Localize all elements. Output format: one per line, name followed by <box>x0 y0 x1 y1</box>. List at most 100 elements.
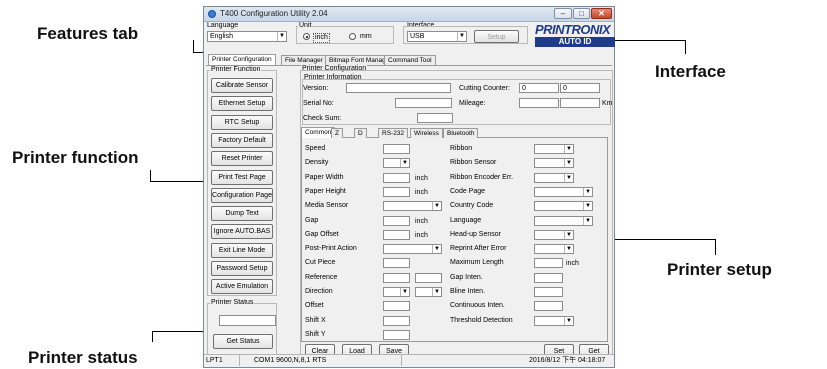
param-label: Ribbon Encoder Err. <box>450 173 514 181</box>
param-input[interactable] <box>383 186 410 197</box>
cutting-counter-label: Cutting Counter: <box>459 85 510 92</box>
param-select[interactable]: ▼ <box>383 244 442 255</box>
param-select[interactable]: ▼ <box>534 229 574 240</box>
get-status-button[interactable]: Get Status <box>213 334 273 349</box>
param-select[interactable]: ▼ <box>534 201 593 212</box>
leader-line <box>685 40 687 54</box>
param-input[interactable] <box>383 301 410 312</box>
param-select[interactable]: ▼ <box>415 287 442 297</box>
param-input[interactable] <box>383 258 410 269</box>
param-input[interactable] <box>383 272 410 283</box>
printer-function-button-5[interactable]: Print Test Page <box>211 169 273 185</box>
param-input[interactable] <box>534 287 563 297</box>
param-label: Ribbon Sensor <box>450 159 497 167</box>
printer-function-button-9[interactable]: Exit Line Mode <box>211 242 273 258</box>
printer-function-button-11[interactable]: Active Emulation <box>211 279 273 295</box>
tab-rs232[interactable]: RS-232 <box>378 128 409 138</box>
param-label: Media Sensor <box>305 202 349 210</box>
printer-function-button-4[interactable]: Reset Printer <box>211 151 273 167</box>
leader-line <box>193 40 195 52</box>
param-select[interactable]: ▼ <box>383 158 410 169</box>
printer-function-button-8[interactable]: Ignore AUTO.BAS <box>211 224 273 240</box>
chevron-down-icon: ▼ <box>432 245 441 254</box>
param-label: Paper Width <box>305 173 344 181</box>
param-input[interactable] <box>383 172 410 183</box>
param-select[interactable]: ▼ <box>383 287 410 297</box>
param-input[interactable] <box>383 329 410 340</box>
version-field <box>346 83 451 93</box>
mileage-field-a <box>519 98 559 108</box>
unit-inch-radio[interactable] <box>303 33 310 40</box>
param-label: Code Page <box>450 187 486 195</box>
tab-divider <box>206 65 612 66</box>
printer-function-button-10[interactable]: Password Setup <box>211 261 273 276</box>
status-datetime: 2016/8/12 下午 04:18:07 <box>529 357 606 364</box>
printer-function-title: Printer Function <box>210 66 262 74</box>
param-label: Language <box>450 216 482 224</box>
chevron-down-icon: ▼ <box>564 173 573 182</box>
param-input[interactable] <box>383 144 410 154</box>
chevron-down-icon: ▼ <box>277 32 286 41</box>
param-label: Shift X <box>305 316 326 324</box>
app-icon <box>208 10 216 18</box>
chevron-down-icon: ▼ <box>400 159 409 168</box>
param-input[interactable] <box>383 215 410 226</box>
unit-label: inch <box>566 260 579 268</box>
chevron-down-icon: ▼ <box>564 159 573 168</box>
param-label: Offset <box>305 302 324 310</box>
param-select[interactable]: ▼ <box>534 144 574 154</box>
unit-mm-radio[interactable] <box>349 33 356 40</box>
param-label: Paper Height <box>305 187 346 195</box>
chevron-down-icon: ▼ <box>457 32 466 41</box>
tab-printer-configuration[interactable]: Printer Configuration <box>208 54 276 65</box>
printronix-logo: PRINTRONIX AUTO ID <box>535 22 615 52</box>
minimize-button[interactable]: – <box>554 8 572 19</box>
interface-select[interactable]: USB ▼ <box>407 31 467 42</box>
param-input[interactable] <box>534 258 563 269</box>
close-button[interactable]: ✕ <box>591 8 612 19</box>
param-input[interactable] <box>415 272 442 283</box>
param-select[interactable]: ▼ <box>534 186 593 197</box>
km-label: Km <box>602 100 613 107</box>
param-select[interactable]: ▼ <box>534 158 574 169</box>
chevron-down-icon: ▼ <box>400 288 409 296</box>
window-title: T400 Configuration Utility 2.04 <box>220 9 328 18</box>
printer-function-button-6[interactable]: Configuration Page <box>211 187 273 203</box>
printer-function-button-2[interactable]: RTC Setup <box>211 114 273 130</box>
chevron-down-icon: ▼ <box>564 145 573 153</box>
param-input[interactable] <box>383 229 410 240</box>
param-select[interactable]: ▼ <box>534 244 574 255</box>
printer-function-button-3[interactable]: Factory Default <box>211 132 273 148</box>
param-input[interactable] <box>534 301 563 312</box>
chevron-down-icon: ▼ <box>564 245 573 254</box>
unit-label: inch <box>415 188 428 196</box>
unit-label: inch <box>415 231 428 239</box>
param-select[interactable]: ▼ <box>534 315 574 326</box>
maximize-button[interactable]: □ <box>573 8 590 19</box>
callout-printer-setup: Printer setup <box>667 260 772 279</box>
param-input[interactable] <box>383 315 410 326</box>
unit-label: inch <box>415 174 428 182</box>
printer-function-button-7[interactable]: Dump Text <box>211 206 273 222</box>
leader-line <box>715 239 717 255</box>
param-select[interactable]: ▼ <box>534 215 593 226</box>
param-input[interactable] <box>534 272 563 283</box>
tab-z[interactable]: Z <box>331 128 343 138</box>
leader-line <box>150 170 152 181</box>
chevron-down-icon: ▼ <box>432 202 441 211</box>
param-select[interactable]: ▼ <box>534 172 574 183</box>
tab-command-tool[interactable]: Command Tool <box>384 55 436 65</box>
language-select[interactable]: English ▼ <box>207 31 287 42</box>
printer-function-button-1[interactable]: Ethernet Setup <box>211 96 273 112</box>
cutting-counter-field-a: 0 <box>519 83 559 93</box>
tab-bluetooth[interactable]: Bluetooth <box>443 128 479 138</box>
param-label: Bline Inten. <box>450 288 486 295</box>
setup-button[interactable]: Setup <box>474 30 519 43</box>
status-port: LPT1 <box>204 355 240 366</box>
tab-file-manager[interactable]: File Manager <box>281 55 327 65</box>
printer-function-button-0[interactable]: Calibrate Sensor <box>211 78 273 93</box>
param-select[interactable]: ▼ <box>383 201 442 212</box>
tab-d[interactable]: D <box>354 128 367 138</box>
cutting-counter-field-b: 0 <box>560 83 600 93</box>
tab-wireless[interactable]: Wireless <box>410 128 443 138</box>
